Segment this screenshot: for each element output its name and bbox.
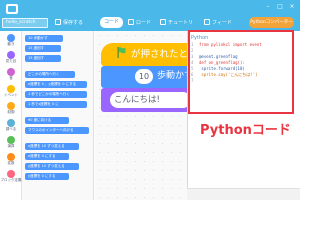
green-flag-icon	[117, 47, 126, 58]
close-icon[interactable]: ×	[288, 3, 296, 11]
category-operators[interactable]: 演算	[0, 136, 22, 150]
feedback-button[interactable]: フィード	[204, 18, 232, 28]
app-logo-icon	[6, 4, 18, 14]
load-icon	[128, 19, 134, 25]
category-list: 動き 見た目 音 イベント 制御 調べる 演算 変数 ブロック定義	[0, 31, 22, 200]
palette-block-point-towards[interactable]: マウスのポインターへ向ける	[25, 127, 89, 134]
category-my-blocks[interactable]: ブロック定義	[0, 170, 22, 184]
tutorial-button[interactable]: チュートリ	[160, 18, 193, 28]
category-sound[interactable]: 音	[0, 68, 22, 82]
say-text-input[interactable]: こんにちは!	[110, 92, 191, 108]
palette-block-point-direction[interactable]: 90 度に向ける	[25, 117, 69, 124]
tutorial-icon	[160, 19, 166, 25]
move-steps-input[interactable]: 10	[135, 69, 153, 84]
palette-block-turn-right[interactable]: 15 度回す	[25, 45, 61, 52]
block-palette: 10 歩動かす 15 度回す 15 度回す どこかの場所へ行く x座標を 0 、…	[22, 31, 94, 200]
python-converter-button[interactable]: Pythonコンバーター	[249, 17, 294, 28]
palette-block-set-x[interactable]: x座標を 0 にする	[25, 153, 69, 160]
palette-block-move[interactable]: 10 歩動かす	[25, 35, 63, 42]
tab-code[interactable]: コード	[100, 17, 123, 28]
save-icon	[55, 19, 61, 25]
stage-strip	[187, 188, 300, 200]
category-sensing[interactable]: 調べる	[0, 119, 22, 133]
minimize-icon[interactable]: –	[264, 3, 272, 11]
palette-block-glide-xy[interactable]: 1 秒でx座標を 0 に	[25, 101, 87, 108]
maximize-icon[interactable]: □	[276, 3, 284, 11]
category-events[interactable]: イベント	[0, 85, 22, 99]
palette-block-set-y[interactable]: y座標を 0 にする	[25, 173, 69, 180]
category-looks[interactable]: 見た目	[0, 51, 22, 65]
python-code-caption: Pythonコード	[200, 123, 291, 138]
feedback-icon	[204, 19, 210, 25]
palette-block-goto-random[interactable]: どこかの場所へ行く	[25, 71, 75, 78]
palette-block-change-y[interactable]: y座標を 10 ずつ変える	[25, 163, 79, 170]
category-motion[interactable]: 動き	[0, 34, 22, 48]
palette-block-glide-random[interactable]: 1 秒でどこかの場所へ行く	[25, 91, 87, 98]
category-variables[interactable]: 変数	[0, 153, 22, 167]
palette-block-change-x[interactable]: x座標を 10 ずつ変える	[25, 143, 79, 150]
category-control[interactable]: 制御	[0, 102, 22, 116]
load-button[interactable]: ロード	[128, 18, 151, 28]
python-code-highlight-frame	[188, 30, 294, 114]
palette-block-turn-left[interactable]: 15 度回す	[25, 55, 61, 62]
palette-block-goto-xy[interactable]: x座標を 0 、y座標を 0 にする	[25, 81, 87, 88]
project-name-input[interactable]: hello_scratch	[2, 18, 48, 28]
save-button[interactable]: 保存する	[55, 18, 83, 28]
